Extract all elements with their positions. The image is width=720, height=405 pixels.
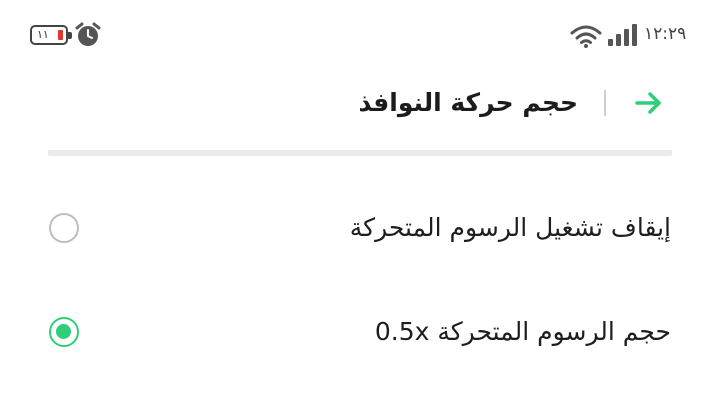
arrow-right-icon <box>635 92 661 114</box>
header-divider <box>604 90 606 116</box>
radio-button-selected[interactable] <box>49 317 79 347</box>
option-animation-off[interactable]: إيقاف تشغيل الرسوم المتحركة <box>0 188 720 268</box>
radio-button-unselected[interactable] <box>49 213 79 243</box>
app-header: حجم حركة النوافذ <box>0 64 720 144</box>
battery-fill <box>58 30 63 40</box>
battery-icon: ١١ <box>30 25 72 45</box>
status-bar: ١١ ١٢:٢٩ <box>0 0 720 64</box>
alarm-icon <box>75 22 101 46</box>
back-button[interactable] <box>630 84 668 122</box>
option-label: إيقاف تشغيل الرسوم المتحركة <box>349 213 671 242</box>
battery-level: ١١ <box>37 28 49 41</box>
page-title: حجم حركة النوافذ <box>358 88 578 117</box>
status-clock: ١٢:٢٩ <box>644 24 687 44</box>
section-divider <box>48 150 672 156</box>
option-animation-scale-05x[interactable]: حجم الرسوم المتحركة 0.5x <box>0 292 720 372</box>
wifi-icon <box>570 25 602 48</box>
signal-icon <box>608 24 637 46</box>
option-label: حجم الرسوم المتحركة 0.5x <box>374 317 671 346</box>
